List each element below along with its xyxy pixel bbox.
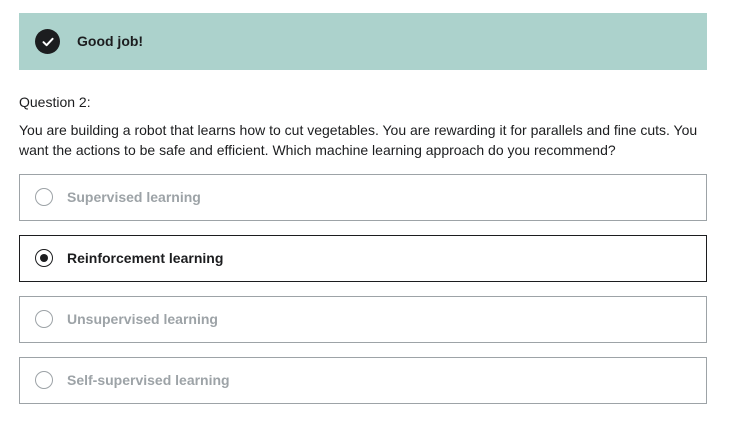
feedback-message: Good job! <box>77 33 144 49</box>
check-circle-icon <box>35 29 60 54</box>
option-label: Unsupervised learning <box>67 311 218 327</box>
radio-button[interactable] <box>35 371 53 389</box>
option-reinforcement-learning[interactable]: Reinforcement learning <box>19 235 707 282</box>
question-text: You are building a robot that learns how… <box>19 122 698 158</box>
option-label: Supervised learning <box>67 189 201 205</box>
radio-selected-dot <box>39 253 48 262</box>
question-label: Question 2: <box>19 94 91 110</box>
radio-button[interactable] <box>35 188 53 206</box>
option-label: Self-supervised learning <box>67 372 230 388</box>
feedback-banner: Good job! <box>19 13 707 70</box>
option-unsupervised-learning[interactable]: Unsupervised learning <box>19 296 707 343</box>
radio-button[interactable] <box>35 310 53 328</box>
option-label: Reinforcement learning <box>67 250 224 266</box>
option-self-supervised-learning[interactable]: Self-supervised learning <box>19 357 707 404</box>
radio-button-selected[interactable] <box>35 249 53 267</box>
option-supervised-learning[interactable]: Supervised learning <box>19 174 707 221</box>
